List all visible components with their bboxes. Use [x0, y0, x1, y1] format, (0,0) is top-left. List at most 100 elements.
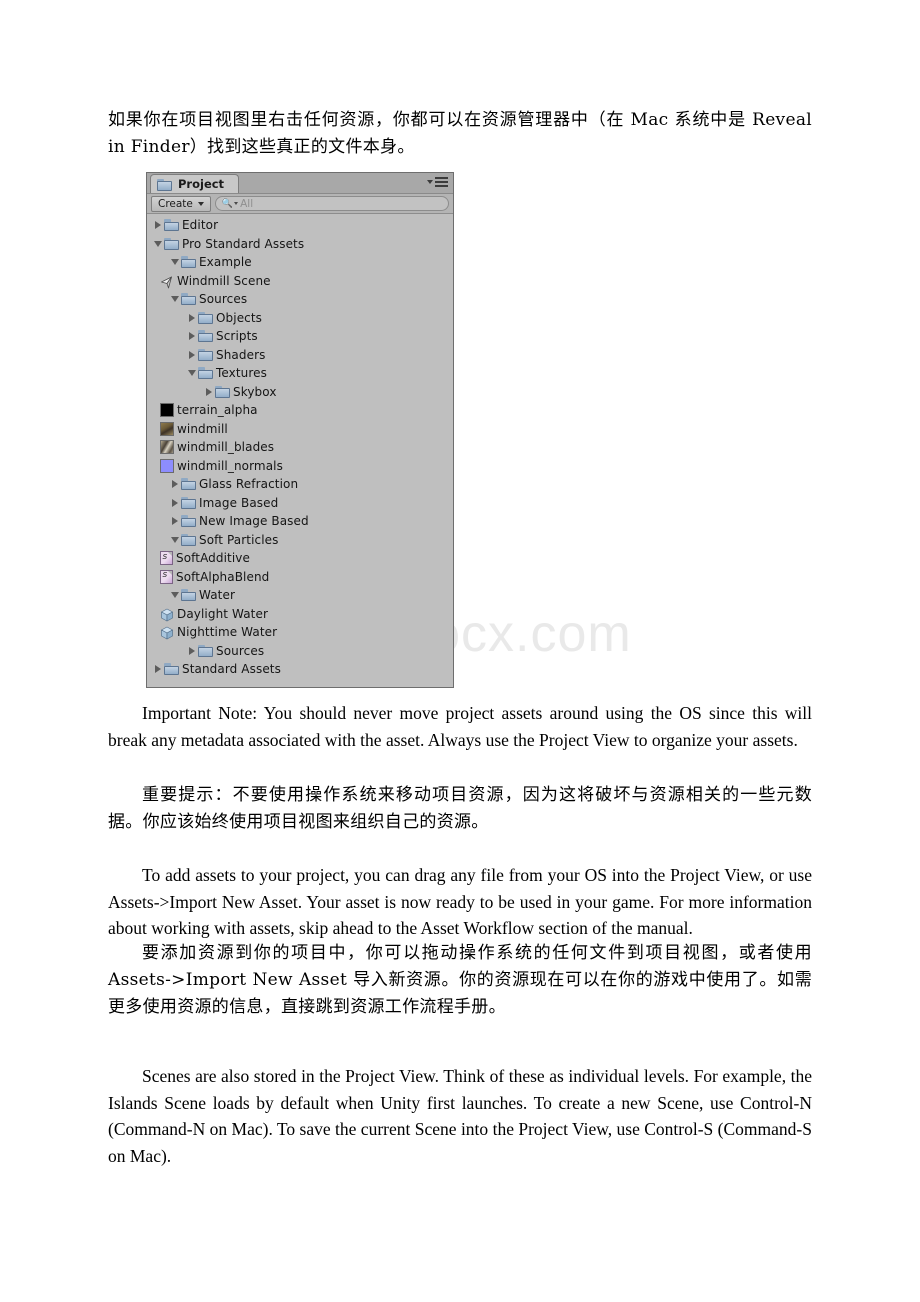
- folder-icon: [181, 589, 196, 602]
- folder-icon: [181, 293, 196, 306]
- tree-row-label: Daylight Water: [177, 606, 268, 621]
- folder-icon: [164, 219, 179, 232]
- search-input[interactable]: 🔍 All: [214, 196, 449, 211]
- tree-row-label: windmill: [177, 421, 228, 436]
- tree-row-label: Sources: [199, 292, 248, 307]
- tree-row[interactable]: Pro Standard Assets: [147, 235, 453, 254]
- tree-row[interactable]: Standard Assets: [147, 660, 453, 679]
- texture-normals-icon: [160, 458, 174, 473]
- folder-icon: [198, 311, 213, 324]
- chevron-down-icon[interactable]: [168, 253, 181, 271]
- texture-windmill-icon: [160, 421, 174, 436]
- chevron-down-icon: [427, 180, 433, 184]
- paragraph-intro-cn: 如果你在项目视图里右击任何资源，你都可以在资源管理器中（在 Mac 系统中是 R…: [108, 107, 812, 161]
- tab-project[interactable]: Project: [150, 174, 240, 193]
- chevron-right-icon[interactable]: [185, 309, 198, 327]
- folder-icon: [181, 496, 196, 509]
- chevron-right-icon[interactable]: [185, 327, 198, 345]
- paragraph-text: 重要提示：不要使用操作系统来移动项目资源，因为这将破坏与资源相关的一些元数据。你…: [108, 785, 812, 832]
- tree-row-label: Editor: [182, 218, 219, 233]
- tree-row[interactable]: SoftAdditive: [147, 549, 453, 568]
- tree-row-label: terrain_alpha: [177, 403, 258, 418]
- tree-row-label: Image Based: [199, 495, 279, 510]
- chevron-down-icon[interactable]: [185, 364, 198, 382]
- chevron-right-icon[interactable]: [185, 346, 198, 364]
- tree-row-label: Water: [199, 588, 235, 603]
- folder-icon: [198, 367, 213, 380]
- paragraph-text: Important Note: You should never move pr…: [108, 703, 812, 750]
- tree-row[interactable]: Glass Refraction: [147, 475, 453, 494]
- chevron-right-icon[interactable]: [151, 660, 164, 678]
- paragraph-text: 如果你在项目视图里右击任何资源，你都可以在资源管理器中（在 Mac 系统中是 R…: [108, 110, 812, 157]
- panel-toolbar: Create 🔍 All: [147, 194, 453, 214]
- tree-row[interactable]: Water: [147, 586, 453, 605]
- paragraph-text: Scenes are also stored in the Project Vi…: [108, 1066, 812, 1166]
- tree-row[interactable]: Windmill Scene: [147, 272, 453, 291]
- chevron-down-icon[interactable]: [168, 586, 181, 604]
- folder-icon: [181, 533, 196, 546]
- tree-row-label: Shaders: [216, 347, 266, 362]
- chevron-right-icon[interactable]: [202, 383, 215, 401]
- chevron-down-icon[interactable]: [168, 531, 181, 549]
- tree-row[interactable]: Example: [147, 253, 453, 272]
- chevron-right-icon[interactable]: [168, 494, 181, 512]
- tree-row[interactable]: Image Based: [147, 494, 453, 513]
- scene-icon: [160, 274, 174, 289]
- tree-row[interactable]: Objects: [147, 309, 453, 328]
- paragraph-add-assets-en: To add assets to your project, you can d…: [108, 862, 812, 942]
- tree-row[interactable]: Sources: [147, 642, 453, 661]
- panel-menu-icon[interactable]: [427, 177, 448, 187]
- tree-row[interactable]: windmill: [147, 420, 453, 439]
- tree-row-label: Soft Particles: [199, 532, 279, 547]
- tree-row[interactable]: Nighttime Water: [147, 623, 453, 642]
- tree-row[interactable]: Textures: [147, 364, 453, 383]
- folder-icon: [198, 644, 213, 657]
- tree-row[interactable]: windmill_normals: [147, 457, 453, 476]
- chevron-right-icon[interactable]: [185, 642, 198, 660]
- folder-icon: [181, 478, 196, 491]
- folder-icon: [181, 515, 196, 528]
- tree-row[interactable]: New Image Based: [147, 512, 453, 531]
- tree-row[interactable]: Daylight Water: [147, 605, 453, 624]
- tree-row-label: Sources: [216, 643, 265, 658]
- chevron-right-icon[interactable]: [168, 475, 181, 493]
- tree-row[interactable]: Scripts: [147, 327, 453, 346]
- tree-row-label: SoftAlphaBlend: [176, 569, 270, 584]
- folder-icon: [157, 178, 172, 191]
- paragraph-text: To add assets to your project, you can d…: [108, 865, 812, 939]
- tree-row-label: windmill_normals: [177, 458, 283, 473]
- paragraph-scenes-en: Scenes are also stored in the Project Vi…: [108, 1063, 812, 1169]
- tree-row[interactable]: terrain_alpha: [147, 401, 453, 420]
- tree-row-label: windmill_blades: [177, 440, 275, 455]
- chevron-down-icon[interactable]: [168, 290, 181, 308]
- tab-project-label: Project: [178, 177, 225, 191]
- search-placeholder: All: [240, 197, 254, 210]
- tree-row[interactable]: Editor: [147, 216, 453, 235]
- chevron-right-icon[interactable]: [168, 512, 181, 530]
- tree-row-label: Glass Refraction: [199, 477, 299, 492]
- tree-row-label: Nighttime Water: [177, 625, 278, 640]
- panel-tabstrip: Project: [147, 173, 453, 194]
- unity-project-panel: Project Create 🔍 All Editor Pro Standard …: [146, 172, 454, 688]
- tree-row[interactable]: Shaders: [147, 346, 453, 365]
- chevron-down-icon[interactable]: [151, 235, 164, 253]
- project-asset-tree[interactable]: Editor Pro Standard Assets Example Windmill…: [147, 214, 453, 685]
- folder-icon: [215, 385, 230, 398]
- create-button[interactable]: Create: [151, 195, 211, 212]
- chevron-right-icon[interactable]: [151, 216, 164, 234]
- shader-icon: [160, 551, 173, 566]
- paragraph-add-assets-cn: 要添加资源到你的项目中，你可以拖动操作系统的任何文件到项目视图，或者使用 Ass…: [108, 940, 812, 1021]
- folder-icon: [164, 237, 179, 250]
- tree-row[interactable]: Sources: [147, 290, 453, 309]
- tree-row-label: Textures: [216, 366, 267, 381]
- shader-icon: [160, 569, 173, 584]
- tree-row[interactable]: SoftAlphaBlend: [147, 568, 453, 587]
- material-icon: [160, 607, 174, 622]
- paragraph-important-note-cn: 重要提示：不要使用操作系统来移动项目资源，因为这将破坏与资源相关的一些元数据。你…: [108, 782, 812, 836]
- folder-icon: [164, 663, 179, 676]
- tree-row[interactable]: windmill_blades: [147, 438, 453, 457]
- create-button-label: Create: [158, 197, 193, 210]
- tree-row-label: Example: [199, 255, 252, 270]
- tree-row[interactable]: Skybox: [147, 383, 453, 402]
- tree-row[interactable]: Soft Particles: [147, 531, 453, 550]
